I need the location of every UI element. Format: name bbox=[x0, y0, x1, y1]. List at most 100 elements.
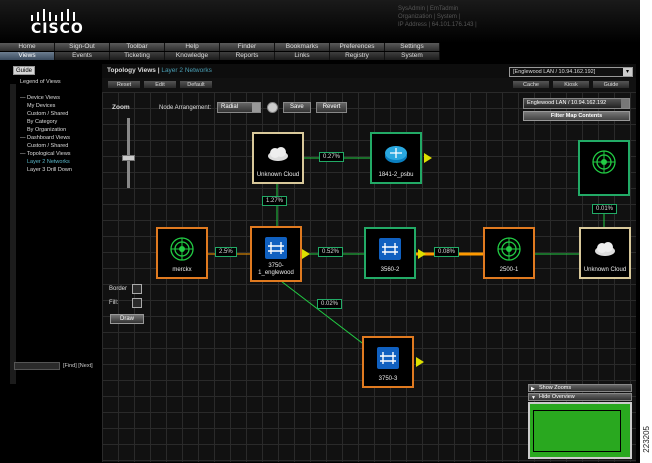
menu-knowledge[interactable]: Knowledge bbox=[165, 52, 220, 60]
show-zooms-bar[interactable]: ▶ Show Zooms bbox=[528, 384, 632, 392]
tree-item-by-organization[interactable]: By Organization bbox=[17, 126, 100, 134]
node-arrangement-select[interactable]: Radial bbox=[217, 102, 262, 113]
guide-tab[interactable]: Guide bbox=[13, 66, 35, 75]
overview-viewport[interactable] bbox=[533, 410, 621, 452]
fill-color-swatch[interactable] bbox=[132, 298, 142, 308]
filter-panel: Englewood LAN / 10.94.162.192 Filter Map… bbox=[523, 98, 630, 121]
title-bar: Topology Views | Layer 2 Networks [Engle… bbox=[102, 64, 636, 78]
revert-button[interactable]: Revert bbox=[315, 102, 348, 113]
node-label: 3750- 1_englewood bbox=[258, 263, 294, 276]
node-label: 1841-2_psbu bbox=[378, 172, 414, 178]
user-line: SysAdmin | EmTadmin bbox=[398, 6, 459, 12]
triangle-down-icon: ▼ bbox=[531, 395, 536, 401]
figure-id: 223205 bbox=[642, 426, 651, 453]
toolbar: Reset Edit Default Cache Kiosk Guide bbox=[102, 80, 636, 89]
tree-item-device-views[interactable]: — Device Views bbox=[17, 94, 100, 102]
edit-button[interactable]: Edit bbox=[143, 80, 177, 89]
link-label: 0.02% bbox=[317, 299, 343, 309]
menu-views[interactable]: Views bbox=[0, 52, 55, 60]
find-next-links[interactable]: [Find] [Next] bbox=[63, 362, 93, 371]
node-arrangement-bar: Node Arrangement: Radial Save Revert bbox=[159, 101, 352, 114]
nav-rail[interactable] bbox=[10, 84, 16, 384]
title-sub[interactable]: Layer 2 Networks bbox=[161, 67, 212, 74]
hide-overview-bar[interactable]: ▼ Hide Overview bbox=[528, 393, 632, 401]
reset-button[interactable]: Reset bbox=[107, 80, 141, 89]
cisco-logo: CISCO bbox=[31, 21, 84, 37]
cloud-icon bbox=[595, 242, 615, 256]
fill-label: Fill: bbox=[109, 300, 119, 306]
overview-panel: ▶ Show Zooms ▼ Hide Overview bbox=[528, 384, 632, 460]
node-arrangement-value: Radial bbox=[221, 104, 239, 110]
tree-item-by-category[interactable]: By Category bbox=[17, 118, 100, 126]
switch-icon bbox=[379, 238, 401, 260]
menu-reports[interactable]: Reports bbox=[220, 52, 275, 60]
overview-map[interactable] bbox=[528, 402, 632, 459]
menu-links[interactable]: Links bbox=[275, 52, 330, 60]
shield-icon[interactable] bbox=[267, 102, 279, 113]
expand-arrow-icon[interactable] bbox=[424, 153, 432, 163]
tree-item-my-devices[interactable]: My Devices bbox=[17, 102, 100, 110]
filter-map-contents-button[interactable]: Filter Map Contents bbox=[523, 111, 630, 121]
tree-item-legend[interactable]: Legend of Views bbox=[17, 78, 100, 86]
device-group-value: [Englewood LAN / 10.94.162.192] bbox=[513, 69, 596, 75]
topology-main: Topology Views | Layer 2 Networks [Engle… bbox=[102, 64, 636, 462]
tree-item-custom-shared[interactable]: Custom / Shared bbox=[17, 110, 100, 118]
chevron-down-icon[interactable] bbox=[252, 103, 261, 112]
topology-canvas[interactable]: Node Arrangement: Radial Save Revert Zoo… bbox=[102, 92, 636, 462]
expand-arrow-icon[interactable] bbox=[418, 249, 426, 259]
tree-item-dashboard-custom-shared[interactable]: Custom / Shared bbox=[17, 142, 100, 150]
zoom-label: Zoom bbox=[112, 104, 130, 111]
node-router-1841[interactable]: 1841-2_psbu bbox=[370, 132, 422, 184]
radar-icon bbox=[497, 237, 521, 261]
filter-select[interactable]: Englewood LAN / 10.94.162.192 bbox=[523, 98, 630, 109]
node-3560-2[interactable]: 3560-2 bbox=[364, 227, 416, 279]
node-unknown-cloud-right[interactable]: Unknown Cloud bbox=[579, 227, 631, 279]
menu-bookmarks[interactable]: Bookmarks bbox=[275, 43, 330, 51]
filter-select-value: Englewood LAN / 10.94.162.192 bbox=[527, 100, 607, 106]
menu-events[interactable]: Events bbox=[55, 52, 110, 60]
node-top-right[interactable] bbox=[578, 140, 630, 196]
link-label: 1.27% bbox=[262, 196, 288, 206]
menu-home[interactable]: Home bbox=[0, 43, 55, 51]
cache-button[interactable]: Cache bbox=[512, 80, 550, 89]
tree-item-layer-3-drill-down[interactable]: Layer 3 Drill Down bbox=[17, 166, 100, 174]
tree-item-layer-2-networks[interactable]: Layer 2 Networks bbox=[17, 158, 100, 166]
zoom-slider-thumb[interactable] bbox=[122, 155, 135, 161]
menu-preferences[interactable]: Preferences bbox=[330, 43, 385, 51]
view-tree: Legend of Views — Device Views My Device… bbox=[17, 78, 100, 174]
menu-sign-out[interactable]: Sign-Out bbox=[55, 43, 110, 51]
switch-icon bbox=[265, 237, 287, 259]
default-button[interactable]: Default bbox=[179, 80, 213, 89]
menu-registry[interactable]: Registry bbox=[330, 52, 385, 60]
chevron-down-icon[interactable]: ▾ bbox=[623, 68, 632, 76]
node-2500-1[interactable]: 2500-1 bbox=[483, 227, 535, 279]
device-group-select[interactable]: [Englewood LAN / 10.94.162.192] ▾ bbox=[509, 67, 633, 77]
border-control: Border bbox=[109, 284, 142, 294]
expand-arrow-icon[interactable] bbox=[416, 357, 424, 367]
kiosk-button[interactable]: Kiosk bbox=[552, 80, 590, 89]
triangle-right-icon: ▶ bbox=[531, 386, 535, 392]
expand-arrow-icon[interactable] bbox=[302, 249, 310, 259]
find-input[interactable] bbox=[14, 362, 60, 370]
menu-toolbar[interactable]: Toolbar bbox=[110, 43, 165, 51]
menu-ticketing[interactable]: Ticketing bbox=[110, 52, 165, 60]
border-color-swatch[interactable] bbox=[132, 284, 142, 294]
node-3750-3[interactable]: 3750-3 bbox=[362, 336, 414, 388]
menu-finder[interactable]: Finder bbox=[220, 43, 275, 51]
border-label: Border bbox=[109, 286, 128, 292]
chevron-down-icon[interactable] bbox=[621, 99, 629, 108]
tree-item-dashboard-views[interactable]: — Dashboard Views bbox=[17, 134, 100, 142]
draw-button[interactable]: Draw bbox=[110, 314, 144, 324]
node-3750-1-englewood[interactable]: 3750- 1_englewood bbox=[250, 226, 302, 282]
save-button[interactable]: Save bbox=[283, 102, 311, 113]
node-merckx[interactable]: merckx bbox=[156, 227, 208, 279]
menu-settings[interactable]: Settings bbox=[385, 43, 440, 51]
guide-button[interactable]: Guide bbox=[592, 80, 630, 89]
menu-system[interactable]: System bbox=[385, 52, 440, 60]
link-label: 2.5% bbox=[215, 247, 237, 257]
node-unknown-cloud-top[interactable]: Unknown Cloud bbox=[252, 132, 304, 184]
link-label: 0.27% bbox=[319, 152, 345, 162]
zoom-slider-track[interactable] bbox=[127, 118, 130, 188]
tree-item-topological-views[interactable]: — Topological Views bbox=[17, 150, 100, 158]
menu-help[interactable]: Help bbox=[165, 43, 220, 51]
